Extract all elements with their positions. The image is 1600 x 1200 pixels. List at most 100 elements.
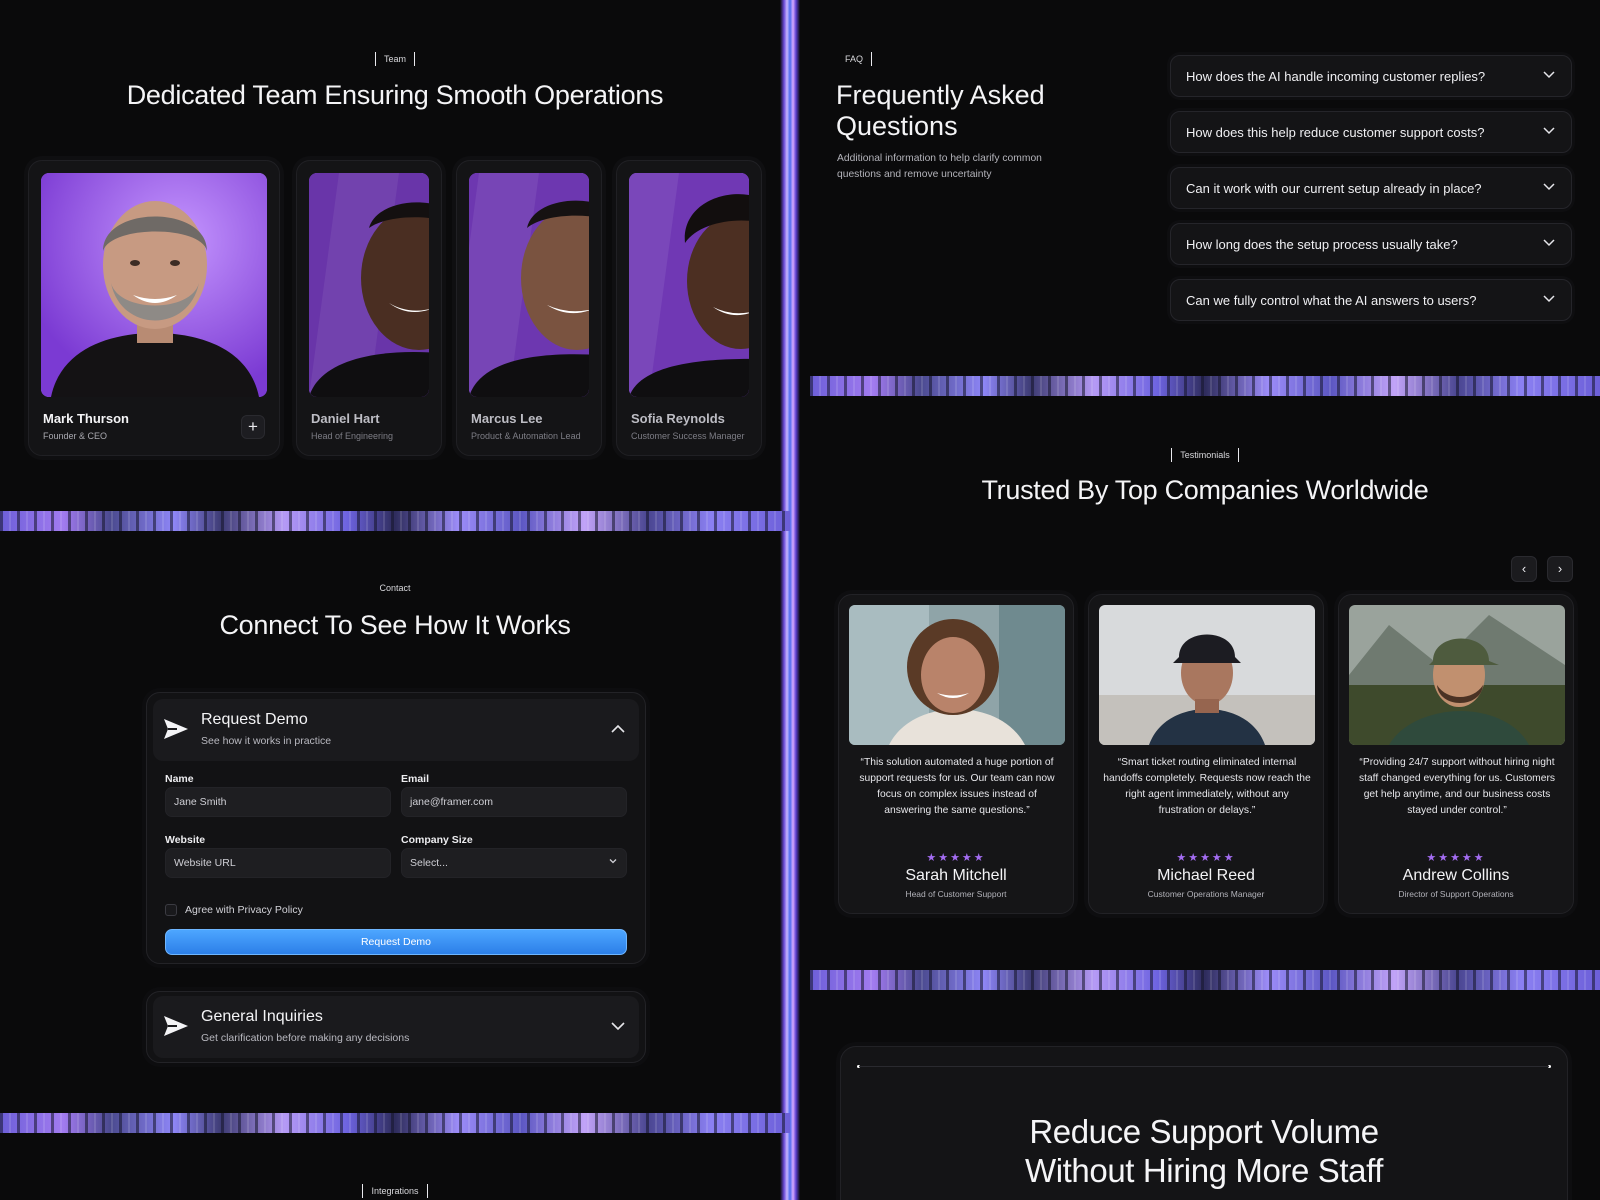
contact-eyebrow: Contact bbox=[0, 583, 790, 593]
request-demo-accordion: Request Demo See how it works in practic… bbox=[146, 692, 646, 964]
faq-subtitle-line: questions and remove uncertainty bbox=[837, 169, 992, 180]
team-title: Dedicated Team Ensuring Smooth Operation… bbox=[126, 80, 664, 110]
testimonial-photo bbox=[849, 605, 1065, 745]
divider-contact-integrations bbox=[0, 1113, 790, 1133]
member-name: Marcus Lee bbox=[471, 411, 543, 426]
cta-rule bbox=[859, 1066, 1549, 1067]
testimonials-eyebrow: Testimonials bbox=[810, 448, 1600, 462]
paper-plane-icon bbox=[163, 1014, 189, 1043]
contact-title: Connect To See How It Works bbox=[219, 610, 571, 640]
testimonial-quote: “Providing 24/7 support without hiring n… bbox=[1358, 757, 1556, 816]
email-field[interactable]: jane@framer.com bbox=[401, 787, 627, 817]
star-icon: ★★★★★ bbox=[1176, 852, 1236, 864]
faq-eyebrow-text: FAQ bbox=[845, 54, 864, 64]
testimonial-photo bbox=[1349, 605, 1565, 745]
general-inquiries-subtitle: Get clarification before making any deci… bbox=[201, 1032, 410, 1044]
chevron-down-icon bbox=[1543, 236, 1555, 250]
divider-testimonials-cta bbox=[810, 970, 1600, 990]
faq-item[interactable]: How does this help reduce customer suppo… bbox=[1170, 111, 1572, 153]
faq-question: How does this help reduce customer suppo… bbox=[1186, 125, 1485, 140]
faq-question: How does the AI handle incoming customer… bbox=[1186, 69, 1486, 84]
plus-icon[interactable]: + bbox=[241, 415, 265, 439]
testimonial-name: Michael Reed bbox=[1157, 867, 1255, 884]
member-name: Daniel Hart bbox=[311, 411, 380, 426]
company-size-value: Select... bbox=[410, 857, 448, 869]
testimonial-card: “Smart ticket routing eliminated interna… bbox=[1088, 594, 1324, 914]
member-name: Mark Thurson bbox=[43, 411, 129, 426]
general-inquiries-accordion: General Inquiries Get clarification befo… bbox=[146, 991, 646, 1063]
faq-eyebrow: FAQ bbox=[845, 52, 873, 66]
website-field[interactable]: Website URL bbox=[165, 848, 391, 878]
testimonial-role: Customer Operations Manager bbox=[1147, 889, 1265, 899]
request-demo-header[interactable]: Request Demo See how it works in practic… bbox=[153, 699, 639, 761]
faq-subtitle-line: Additional information to help clarify c… bbox=[837, 153, 1042, 164]
paper-plane-icon bbox=[163, 717, 189, 746]
arrow-left-icon[interactable]: ‹ bbox=[1511, 556, 1537, 582]
chevron-down-icon bbox=[1543, 124, 1555, 138]
testimonial-card: “This solution automated a huge portion … bbox=[838, 594, 1074, 914]
team-card[interactable]: Sofia Reynolds Customer Success Manager bbox=[616, 160, 762, 456]
request-demo-subtitle: See how it works in practice bbox=[201, 735, 332, 747]
company-size-label: Company Size bbox=[401, 834, 473, 846]
divider-vertical bbox=[780, 0, 800, 1200]
faq-subtitle: Additional information to help clarify c… bbox=[837, 151, 1042, 183]
request-demo-form: Name Jane Smith Email jane@framer.com We… bbox=[147, 767, 645, 967]
faq-title-line: Questions bbox=[836, 111, 958, 141]
testimonials-title: Trusted By Top Companies Worldwide bbox=[981, 475, 1429, 505]
member-photo bbox=[41, 173, 267, 397]
team-eyebrow-text: Team bbox=[383, 54, 406, 64]
cta-title-line: Reduce Support Volume bbox=[1029, 1113, 1379, 1150]
testimonial-name: Sarah Mitchell bbox=[905, 867, 1007, 884]
team-card[interactable]: Daniel Hart Head of Engineering bbox=[296, 160, 442, 456]
member-photo bbox=[309, 173, 429, 397]
divider-faq-testimonials bbox=[810, 376, 1600, 396]
faq-question: Can we fully control what the AI answers… bbox=[1186, 293, 1477, 308]
request-demo-button[interactable]: Request Demo bbox=[165, 929, 627, 955]
website-label: Website bbox=[165, 834, 206, 846]
chevron-down-icon bbox=[1543, 180, 1555, 194]
general-inquiries-title: General Inquiries bbox=[201, 1008, 323, 1025]
faq-item[interactable]: How long does the setup process usually … bbox=[1170, 223, 1572, 265]
team-eyebrow: Team bbox=[0, 52, 790, 66]
arrow-right-icon[interactable]: › bbox=[1547, 556, 1573, 582]
integrations-eyebrow: Integrations bbox=[0, 1184, 790, 1198]
testimonial-card: “Providing 24/7 support without hiring n… bbox=[1338, 594, 1574, 914]
chevron-down-icon bbox=[608, 856, 618, 869]
general-inquiries-header[interactable]: General Inquiries Get clarification befo… bbox=[153, 996, 639, 1058]
faq-item[interactable]: Can it work with our current setup alrea… bbox=[1170, 167, 1572, 209]
cta-title: Reduce Support Volume Without Hiring Mor… bbox=[840, 1112, 1568, 1190]
member-photo bbox=[469, 173, 589, 397]
name-field[interactable]: Jane Smith bbox=[165, 787, 391, 817]
testimonial-role: Head of Customer Support bbox=[905, 889, 1007, 899]
faq-item[interactable]: How does the AI handle incoming customer… bbox=[1170, 55, 1572, 97]
star-icon: ★★★★★ bbox=[926, 852, 986, 864]
faq-item[interactable]: Can we fully control what the AI answers… bbox=[1170, 279, 1572, 321]
member-name: Sofia Reynolds bbox=[631, 411, 725, 426]
team-card[interactable]: Mark Thurson Founder & CEO + bbox=[28, 160, 280, 456]
chevron-down-icon[interactable] bbox=[611, 1018, 625, 1034]
member-role: Product & Automation Lead bbox=[471, 431, 581, 441]
faq-title-line: Frequently Asked bbox=[836, 80, 1045, 110]
chevron-up-icon[interactable] bbox=[611, 721, 625, 737]
privacy-checkbox[interactable] bbox=[165, 904, 177, 916]
faq-question: How long does the setup process usually … bbox=[1186, 237, 1458, 252]
testimonial-quote: “Smart ticket routing eliminated interna… bbox=[1103, 757, 1311, 816]
member-photo bbox=[629, 173, 749, 397]
company-size-select[interactable]: Select... bbox=[401, 848, 627, 878]
chevron-down-icon bbox=[1543, 292, 1555, 306]
integrations-eyebrow-text: Integrations bbox=[371, 1186, 419, 1196]
faq-question: Can it work with our current setup alrea… bbox=[1186, 181, 1482, 196]
member-role: Customer Success Manager bbox=[631, 431, 745, 441]
testimonial-quote: “This solution automated a huge portion … bbox=[859, 757, 1055, 816]
chevron-down-icon bbox=[1543, 68, 1555, 82]
email-label: Email bbox=[401, 773, 430, 785]
testimonial-role: Director of Support Operations bbox=[1398, 889, 1514, 899]
testimonial-name: Andrew Collins bbox=[1402, 867, 1510, 884]
member-role: Head of Engineering bbox=[311, 431, 394, 441]
faq-title: Frequently Asked Questions bbox=[836, 80, 1045, 142]
testimonials-eyebrow-text: Testimonials bbox=[1180, 450, 1230, 460]
member-role: Founder & CEO bbox=[43, 431, 108, 441]
team-card[interactable]: Marcus Lee Product & Automation Lead bbox=[456, 160, 602, 456]
testimonial-photo bbox=[1099, 605, 1315, 745]
divider-team-contact bbox=[0, 511, 790, 531]
